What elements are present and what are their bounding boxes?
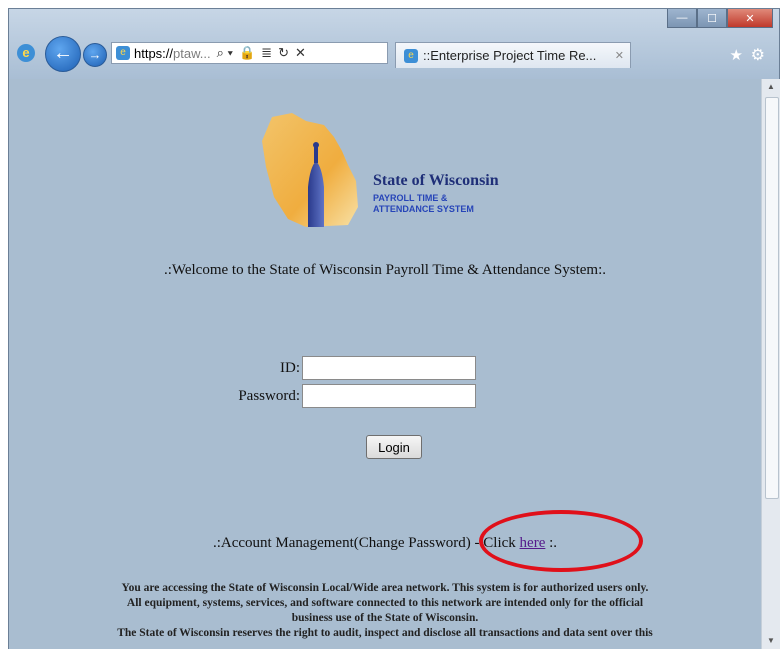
password-field[interactable] bbox=[302, 384, 476, 408]
ie-logo-icon: e bbox=[17, 44, 35, 62]
id-label: ID: bbox=[280, 359, 300, 376]
navigation-row: e ← → e https://ptaw... ⌕ ▾ 🔒 ≣ ↻ ✕ e ::… bbox=[15, 36, 775, 72]
window-controls: — ☐ ✕ bbox=[667, 9, 773, 28]
lock-icon[interactable]: 🔒 bbox=[239, 45, 255, 61]
refresh-icon[interactable]: ↻ bbox=[278, 45, 289, 61]
browser-tab[interactable]: e ::Enterprise Project Time Re... ✕ bbox=[395, 42, 631, 68]
star-icon[interactable]: ★ bbox=[730, 46, 743, 64]
state-logo: State of Wisconsin PAYROLL TIME & ATTEND… bbox=[244, 107, 524, 237]
id-field[interactable] bbox=[302, 356, 476, 380]
browser-toolbar: — ☐ ✕ e ← → e https://ptaw... ⌕ ▾ 🔒 ≣ ↻ … bbox=[9, 9, 779, 79]
notice-line: business use of the State of Wisconsin. bbox=[291, 612, 479, 624]
notice-line: All equipment, systems, services, and so… bbox=[126, 597, 644, 609]
logo-org-name: State of Wisconsin bbox=[373, 172, 499, 189]
logo-subtitle: PAYROLL TIME & ATTENDANCE SYSTEM bbox=[373, 193, 474, 215]
gear-icon[interactable]: ⚙ bbox=[751, 45, 765, 65]
scroll-up-icon[interactable]: ▲ bbox=[762, 79, 780, 95]
search-dropdown-icon[interactable]: ⌕ ▾ bbox=[217, 45, 233, 61]
security-notice: You are accessing the State of Wisconsin… bbox=[15, 581, 755, 641]
address-bar[interactable]: e https://ptaw... ⌕ ▾ 🔒 ≣ ↻ ✕ bbox=[111, 42, 388, 64]
forward-button[interactable]: → bbox=[83, 43, 107, 67]
notice-line: The State of Wisconsin reserves the righ… bbox=[117, 627, 653, 639]
back-button[interactable]: ← bbox=[45, 36, 81, 72]
stop-icon[interactable]: ✕ bbox=[295, 45, 306, 61]
password-row: Password: bbox=[208, 384, 476, 408]
password-label: Password: bbox=[238, 387, 300, 404]
address-url[interactable]: https://ptaw... bbox=[134, 46, 211, 61]
close-window-button[interactable]: ✕ bbox=[727, 9, 773, 28]
page-icon: e bbox=[116, 46, 130, 60]
compatibility-view-icon[interactable]: ≣ bbox=[261, 45, 272, 61]
minimize-button[interactable]: — bbox=[667, 9, 697, 28]
account-prefix: .:Account Management(Change Password) - … bbox=[212, 535, 520, 551]
tab-title: ::Enterprise Project Time Re... bbox=[423, 48, 597, 63]
tab-page-icon: e bbox=[404, 48, 418, 63]
logo-subtitle-line1: PAYROLL TIME & bbox=[373, 193, 448, 203]
account-management: .:Account Management(Change Password) - … bbox=[9, 535, 761, 552]
url-path: ptaw... bbox=[173, 45, 211, 61]
page-content: State of Wisconsin PAYROLL TIME & ATTEND… bbox=[9, 79, 761, 649]
maximize-button[interactable]: ☐ bbox=[697, 9, 727, 28]
highlight-ellipse bbox=[479, 510, 643, 572]
arrow-right-icon: → bbox=[88, 47, 102, 62]
scroll-down-icon[interactable]: ▼ bbox=[762, 633, 780, 649]
id-row: ID: bbox=[208, 356, 476, 380]
browser-window: — ☐ ✕ e ← → e https://ptaw... ⌕ ▾ 🔒 ≣ ↻ … bbox=[8, 8, 780, 649]
url-host: https:// bbox=[134, 45, 174, 61]
notice-line: You are accessing the State of Wisconsin… bbox=[121, 582, 649, 594]
scrollbar-thumb[interactable] bbox=[765, 97, 779, 499]
logo-subtitle-line2: ATTENDANCE SYSTEM bbox=[373, 204, 474, 214]
login-button[interactable]: Login bbox=[366, 435, 422, 459]
vertical-scrollbar[interactable]: ▲ ▼ bbox=[761, 79, 780, 649]
tab-close-icon[interactable]: ✕ bbox=[615, 49, 624, 62]
arrow-left-icon: ← bbox=[53, 42, 73, 64]
welcome-text: .:Welcome to the State of Wisconsin Payr… bbox=[163, 262, 607, 278]
